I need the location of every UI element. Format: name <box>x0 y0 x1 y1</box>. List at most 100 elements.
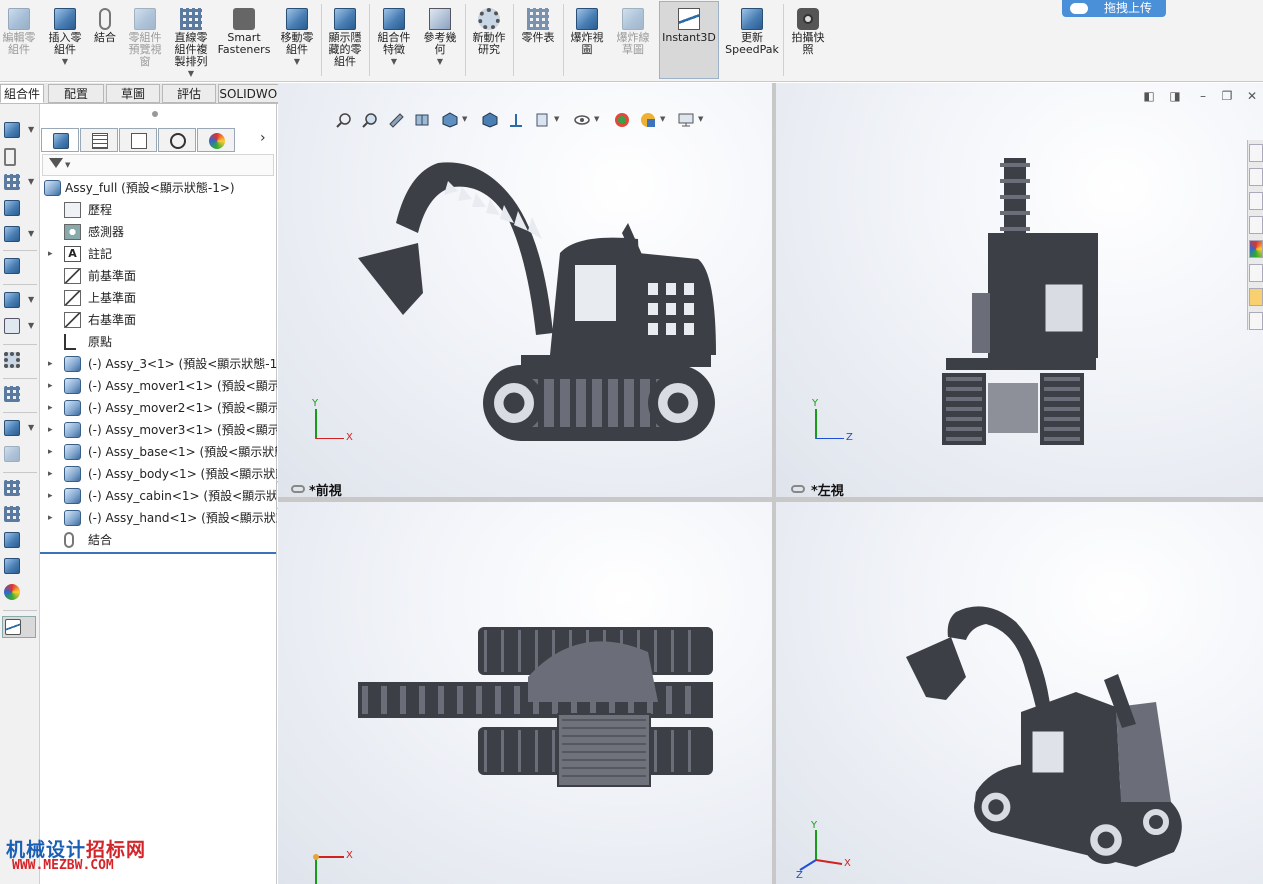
show-hidden-components-button[interactable]: 顯示隱 藏的零 組件 <box>324 2 366 78</box>
split-right-icon[interactable]: ◨ <box>1168 89 1182 103</box>
chevron-down-icon[interactable]: ▼ <box>28 423 34 432</box>
tree-item[interactable]: 原點 <box>40 331 277 353</box>
split-left-icon[interactable]: ◧ <box>1142 89 1156 103</box>
realview-button[interactable]: ▼ <box>638 110 665 130</box>
new-motion-study-button[interactable]: 新動作 研究 <box>468 2 510 78</box>
tree-rollback-bar[interactable] <box>40 552 276 554</box>
smart-fasteners-button[interactable]: Smart Fasteners <box>216 2 272 78</box>
view-orientation-button[interactable]: ▼ <box>440 110 467 130</box>
hole-alignment-tool[interactable] <box>2 504 36 526</box>
minimize-icon[interactable]: – <box>1196 89 1210 103</box>
assembly-features-button[interactable]: 組合件 特徵 ▼ <box>372 2 416 78</box>
reference-geometry-button[interactable]: 參考幾 何 ▼ <box>418 2 462 78</box>
section-view-button[interactable] <box>412 110 432 130</box>
move-tool[interactable]: ▼ <box>2 224 36 246</box>
link-views-icon[interactable] <box>791 485 805 493</box>
link-views-icon[interactable] <box>291 485 305 493</box>
assembly-feature-tool[interactable]: ▼ <box>2 290 36 312</box>
viewport-isometric[interactable]: Y X Z <box>776 502 1263 884</box>
interference-tool[interactable] <box>2 478 36 500</box>
move-component-button[interactable]: 移動零 組件 ▼ <box>276 2 318 78</box>
monitor-display-button[interactable]: ▼ <box>676 110 703 130</box>
hide-show-items-button[interactable] <box>506 110 526 130</box>
chevron-down-icon[interactable]: ▼ <box>276 56 318 68</box>
tree-item[interactable]: ▸ A 註記 <box>40 243 277 265</box>
insert-component-tool[interactable]: ▼ <box>2 120 36 142</box>
tab-evaluate[interactable]: 評估 <box>162 84 216 103</box>
chevron-right-icon[interactable]: › <box>260 130 266 146</box>
expand-icon[interactable]: ▸ <box>48 243 58 265</box>
tree-item[interactable]: 上基準面 <box>40 287 277 309</box>
tree-item[interactable]: 右基準面 <box>40 309 277 331</box>
mate-button[interactable]: 結合 <box>90 2 120 78</box>
close-icon[interactable]: ✕ <box>1245 89 1259 103</box>
expand-icon[interactable]: ▸ <box>48 441 58 463</box>
panel-grip[interactable] <box>152 111 158 117</box>
tab-configuration[interactable]: 配置 <box>48 84 104 103</box>
exploded-view-button[interactable]: 爆炸視 圖 <box>566 2 608 78</box>
chevron-down-icon[interactable]: ▼ <box>28 295 34 304</box>
reference-geometry-tool[interactable]: ▼ <box>2 316 36 338</box>
file-explorer-icon[interactable] <box>1249 192 1263 210</box>
chevron-down-icon[interactable]: ▼ <box>28 229 34 238</box>
chevron-down-icon[interactable]: ▼ <box>28 177 34 186</box>
tab-sketch[interactable]: 草圖 <box>106 84 160 103</box>
tab-property-manager[interactable] <box>80 128 118 152</box>
chevron-down-icon[interactable]: ▼ <box>28 125 34 134</box>
expand-icon[interactable]: ▸ <box>48 397 58 419</box>
viewport-splitter-horizontal[interactable] <box>278 497 1263 502</box>
expand-icon[interactable]: ▸ <box>48 485 58 507</box>
tree-root[interactable]: ▾ Assy_full (預設<顯示狀態-1>) <box>40 177 277 199</box>
tree-item[interactable]: ▸ (-) Assy_mover2<1> (預設<顯示狀 <box>40 397 277 419</box>
tree-item[interactable]: ▸ (-) Assy_mover1<1> (預設<顯示狀 <box>40 375 277 397</box>
tree-item[interactable]: ▸ (-) Assy_3<1> (預設<顯示狀態-1>) <box>40 353 277 375</box>
explode-line-tool[interactable] <box>2 444 36 466</box>
appearances-icon[interactable] <box>1249 240 1263 258</box>
exploded-view-tool[interactable]: ▼ <box>2 418 36 440</box>
tab-assembly[interactable]: 組合件 <box>0 84 44 103</box>
tree-item[interactable]: 結合 <box>40 529 277 551</box>
home-icon[interactable] <box>1249 144 1263 162</box>
viewport-top[interactable]: X <box>278 502 772 884</box>
tree-item[interactable]: ▸ (-) Assy_mover3<1> (預設<顯示狀 <box>40 419 277 441</box>
design-library-icon[interactable] <box>1249 168 1263 186</box>
forum-icon[interactable] <box>1249 312 1263 330</box>
expand-icon[interactable]: ▸ <box>48 463 58 485</box>
performance-evaluation-tool[interactable] <box>2 556 36 578</box>
pattern-tool[interactable]: ▼ <box>2 172 36 194</box>
bom-button[interactable]: 零件表 <box>516 2 560 78</box>
chevron-down-icon[interactable]: ▼ <box>418 56 462 68</box>
restore-icon[interactable]: ❐ <box>1220 89 1234 103</box>
expand-icon[interactable]: ▸ <box>48 353 58 375</box>
display-style-button[interactable] <box>480 110 500 130</box>
tree-item[interactable]: 前基準面 <box>40 265 277 287</box>
custom-properties-icon[interactable] <box>1249 264 1263 282</box>
tab-display-manager[interactable] <box>197 128 235 152</box>
chevron-down-icon[interactable]: ▼ <box>372 56 416 68</box>
chevron-down-icon[interactable]: ▼ <box>28 321 34 330</box>
insert-component-button[interactable]: 插入零 組件 ▼ <box>44 2 86 78</box>
instant3d-tool[interactable] <box>2 616 36 638</box>
view-settings-button[interactable] <box>612 110 632 130</box>
previous-view-button[interactable] <box>386 110 406 130</box>
recovery-icon[interactable] <box>1249 288 1263 306</box>
tree-item[interactable]: 歷程 <box>40 199 277 221</box>
motion-study-tool[interactable] <box>2 350 36 372</box>
update-speedpak-button[interactable]: 更新 SpeedPak <box>724 2 780 78</box>
viewport-front[interactable]: Y X *前視 <box>278 83 772 497</box>
tree-item[interactable]: ▸ (-) Assy_cabin<1> (預設<顯示狀態 <box>40 485 277 507</box>
edit-tool[interactable] <box>2 198 36 220</box>
tab-dimxpert[interactable] <box>158 128 196 152</box>
snapshot-button[interactable]: 拍攝快 照 <box>786 2 830 78</box>
tree-item[interactable]: ▸ (-) Assy_base<1> (預設<顯示狀態- <box>40 441 277 463</box>
linear-pattern-button[interactable]: 直線零 組件複 製排列 ▼ <box>170 2 212 78</box>
upload-button[interactable]: 拖拽上传 <box>1062 0 1166 17</box>
tree-item[interactable]: ▸ (-) Assy_hand<1> (預設<顯示狀態 <box>40 507 277 529</box>
zoom-to-fit-button[interactable] <box>334 110 354 130</box>
bom-tool[interactable] <box>2 384 36 406</box>
chevron-down-icon[interactable]: ▼ <box>44 56 86 68</box>
edit-component-button[interactable]: 編輯零 組件 <box>0 2 38 78</box>
tree-item[interactable]: ▸ (-) Assy_body<1> (預設<顯示狀態 <box>40 463 277 485</box>
edit-appearance-button[interactable]: ▼ <box>532 110 559 130</box>
expand-icon[interactable]: ▸ <box>48 507 58 529</box>
